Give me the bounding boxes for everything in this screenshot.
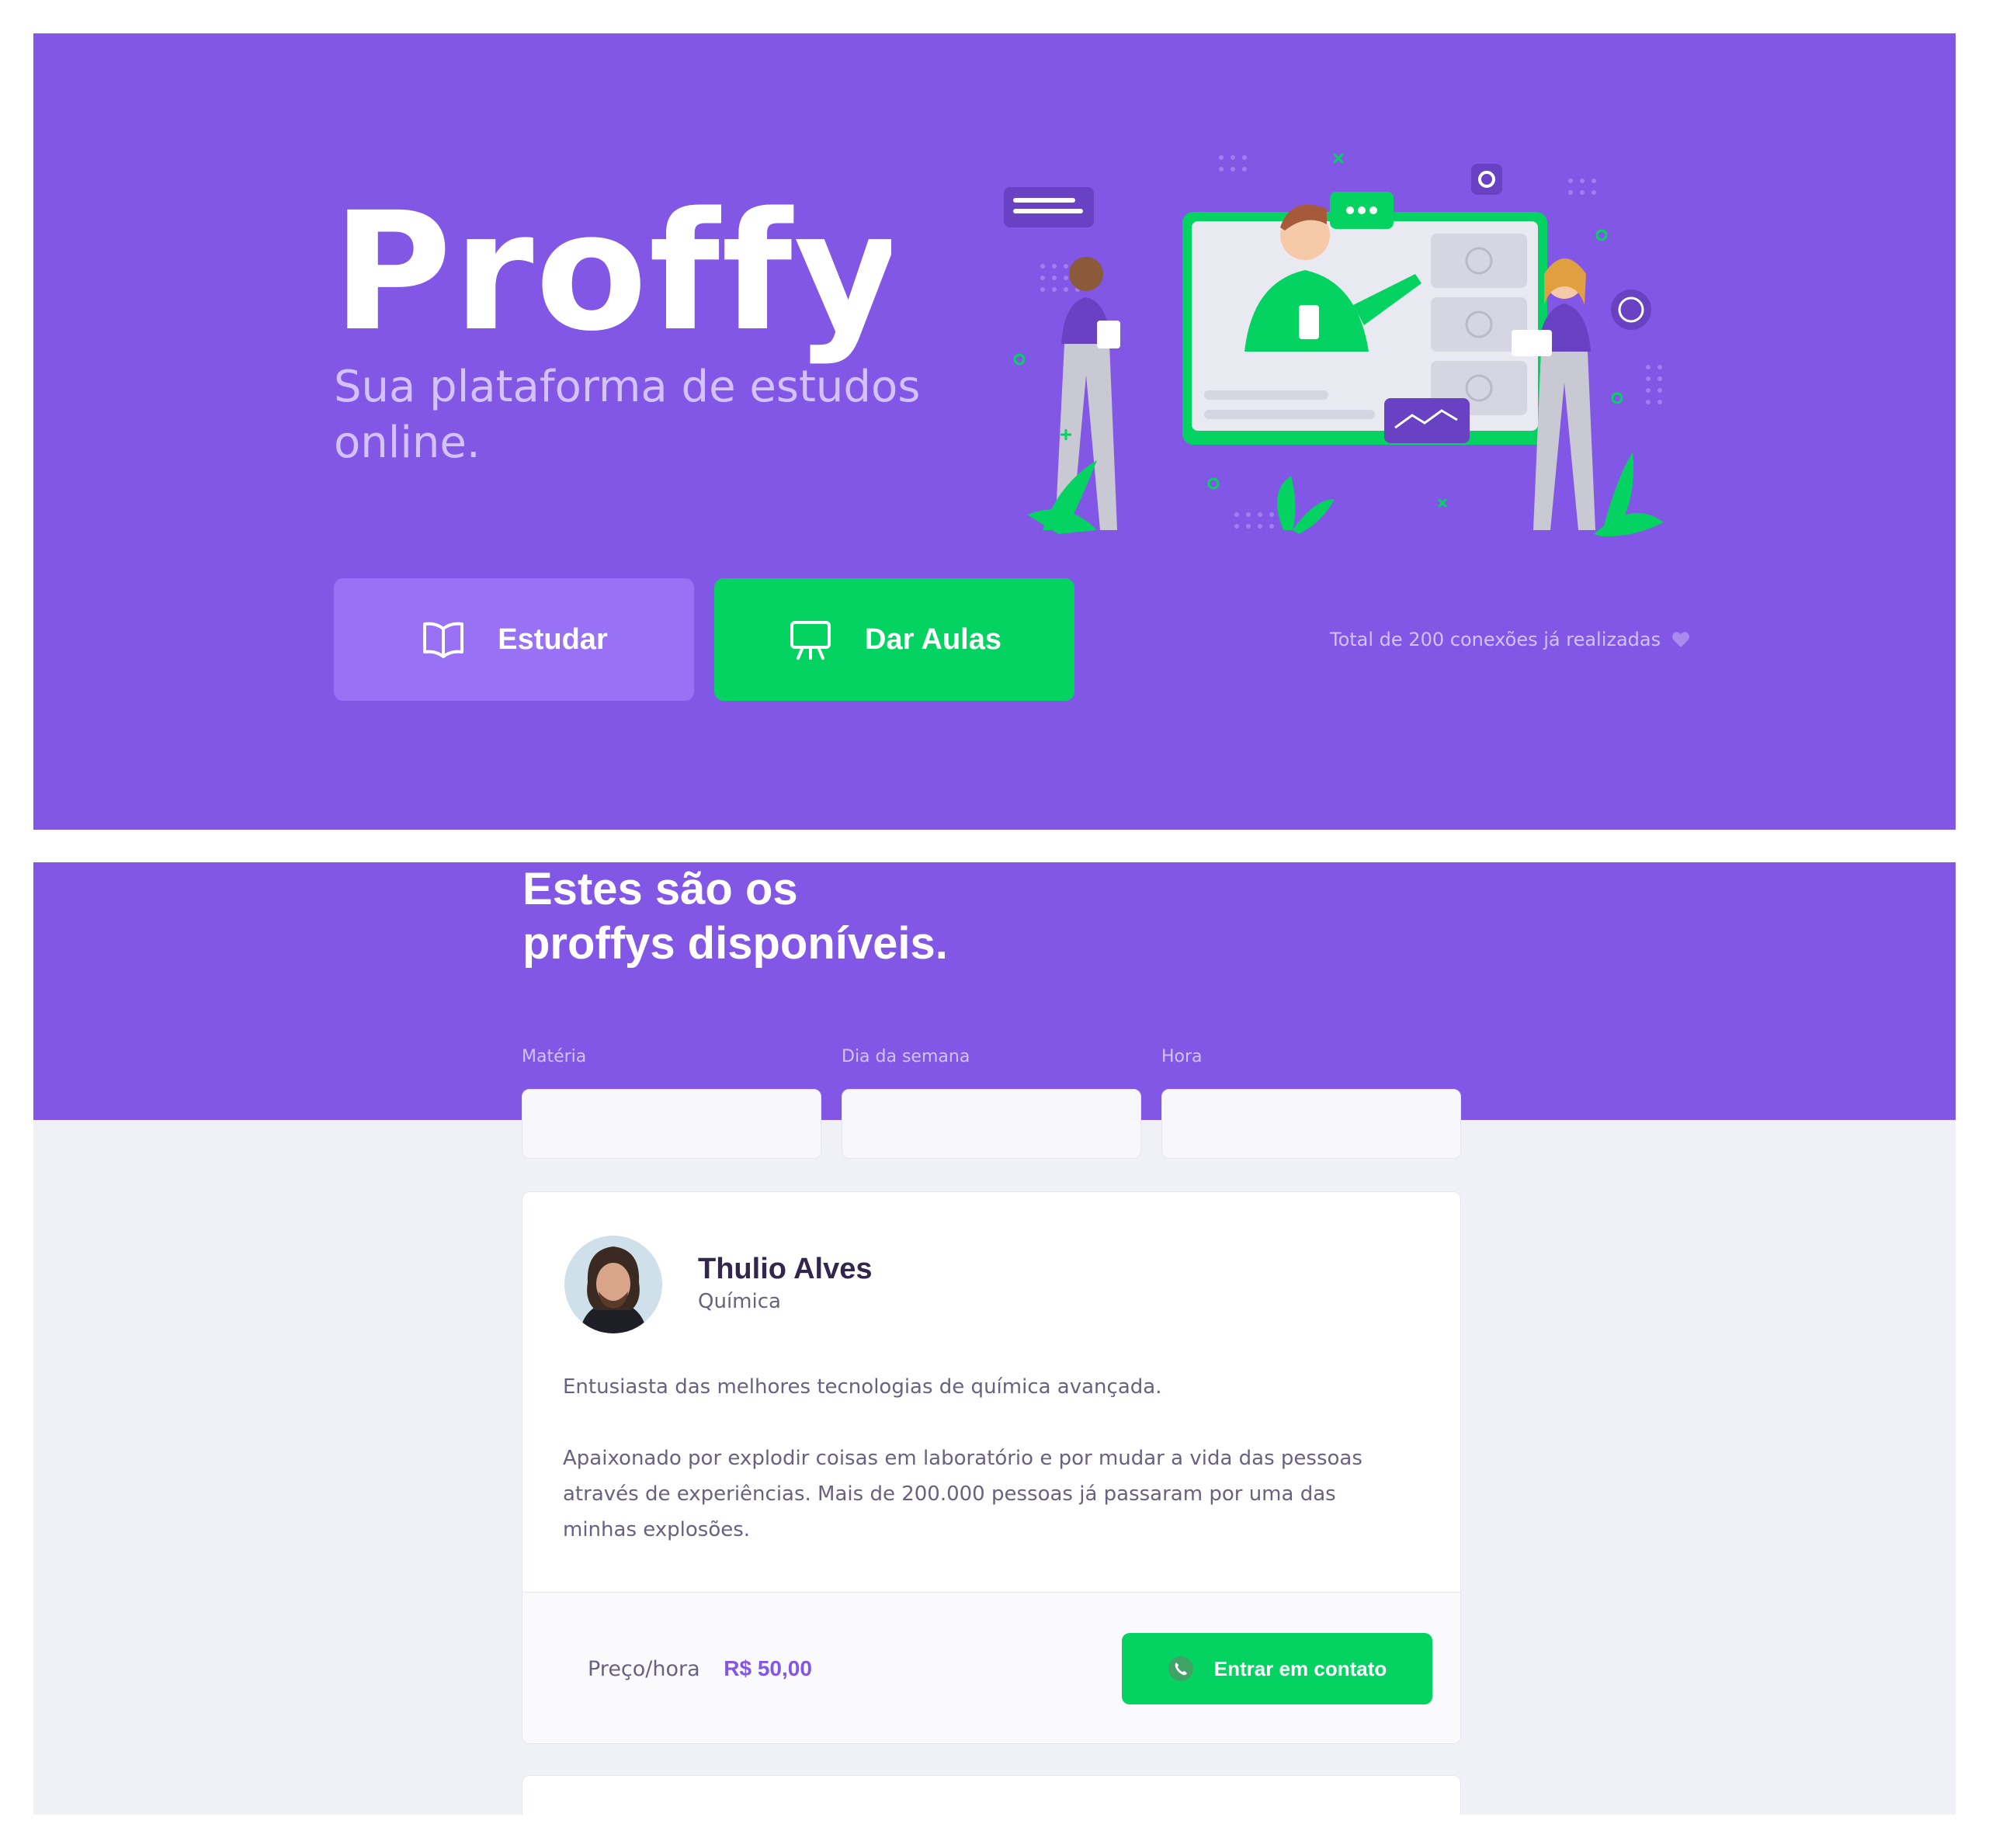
teach-button-label: Dar Aulas	[865, 622, 1001, 656]
filter-week-day: Dia da semana	[842, 1047, 1141, 1159]
teacher-bio-paragraph: Apaixonado por explodir coisas em labora…	[563, 1447, 1362, 1541]
landing-page: Proffy Sua plataforma de estudos online.	[33, 33, 1956, 830]
filter-week-day-label: Dia da semana	[842, 1047, 970, 1066]
avatar	[564, 1236, 662, 1333]
heart-icon	[1672, 632, 1690, 647]
filter-subject: Matéria	[522, 1047, 821, 1159]
proffy-logo: Proffy	[332, 173, 900, 390]
teacher-subject: Química	[698, 1290, 781, 1313]
hero-illustration	[981, 111, 1664, 577]
page-title-line-2: proffys disponíveis.	[522, 918, 948, 969]
study-button[interactable]: Estudar	[334, 578, 694, 701]
presentation-board-icon	[790, 621, 831, 660]
whatsapp-icon	[1168, 1656, 1193, 1681]
filter-time: Hora	[1161, 1047, 1461, 1159]
logo-text: Proffy	[332, 177, 891, 367]
total-connections-text: Total de 200 conexões já realizadas	[1330, 629, 1661, 650]
filter-subject-label: Matéria	[522, 1047, 587, 1066]
price-label: Preço/hora	[588, 1657, 700, 1681]
total-connections: Total de 200 conexões já realizadas	[1330, 628, 1690, 651]
book-open-icon	[423, 622, 464, 658]
teacher-list-page: Estes são os proffys disponíveis. Matéri…	[33, 862, 1956, 1815]
teacher-bio: Entusiasta das melhores tecnologias de q…	[563, 1369, 1386, 1583]
page-title-line-1: Estes são os	[522, 864, 798, 914]
time-input[interactable]	[1161, 1089, 1461, 1159]
teach-button[interactable]: Dar Aulas	[714, 578, 1074, 701]
study-button-label: Estudar	[498, 622, 608, 656]
week-day-select[interactable]	[842, 1089, 1141, 1159]
teacher-name: Thulio Alves	[698, 1253, 873, 1285]
price-value: R$ 50,00	[724, 1656, 812, 1680]
contact-button[interactable]: Entrar em contato	[1122, 1633, 1432, 1704]
contact-button-label: Entrar em contato	[1213, 1656, 1387, 1680]
teacher-card	[522, 1775, 1461, 1815]
price-per-hour: Preço/hora R$ 50,00	[588, 1656, 812, 1681]
teacher-bio-paragraph: Entusiasta das melhores tecnologias de q…	[563, 1375, 1162, 1399]
teacher-card: Thulio Alves Química Entusiasta das melh…	[522, 1191, 1461, 1744]
filter-time-label: Hora	[1161, 1047, 1203, 1066]
search-teachers-form: Matéria Dia da semana Hora	[522, 1047, 1461, 1159]
page-title: Estes são os proffys disponíveis.	[522, 862, 1066, 971]
teacher-card-footer: Preço/hora R$ 50,00 Entrar em contato	[522, 1592, 1460, 1743]
tagline: Sua plataforma de estudos online.	[334, 362, 921, 468]
subject-select[interactable]	[522, 1089, 821, 1159]
